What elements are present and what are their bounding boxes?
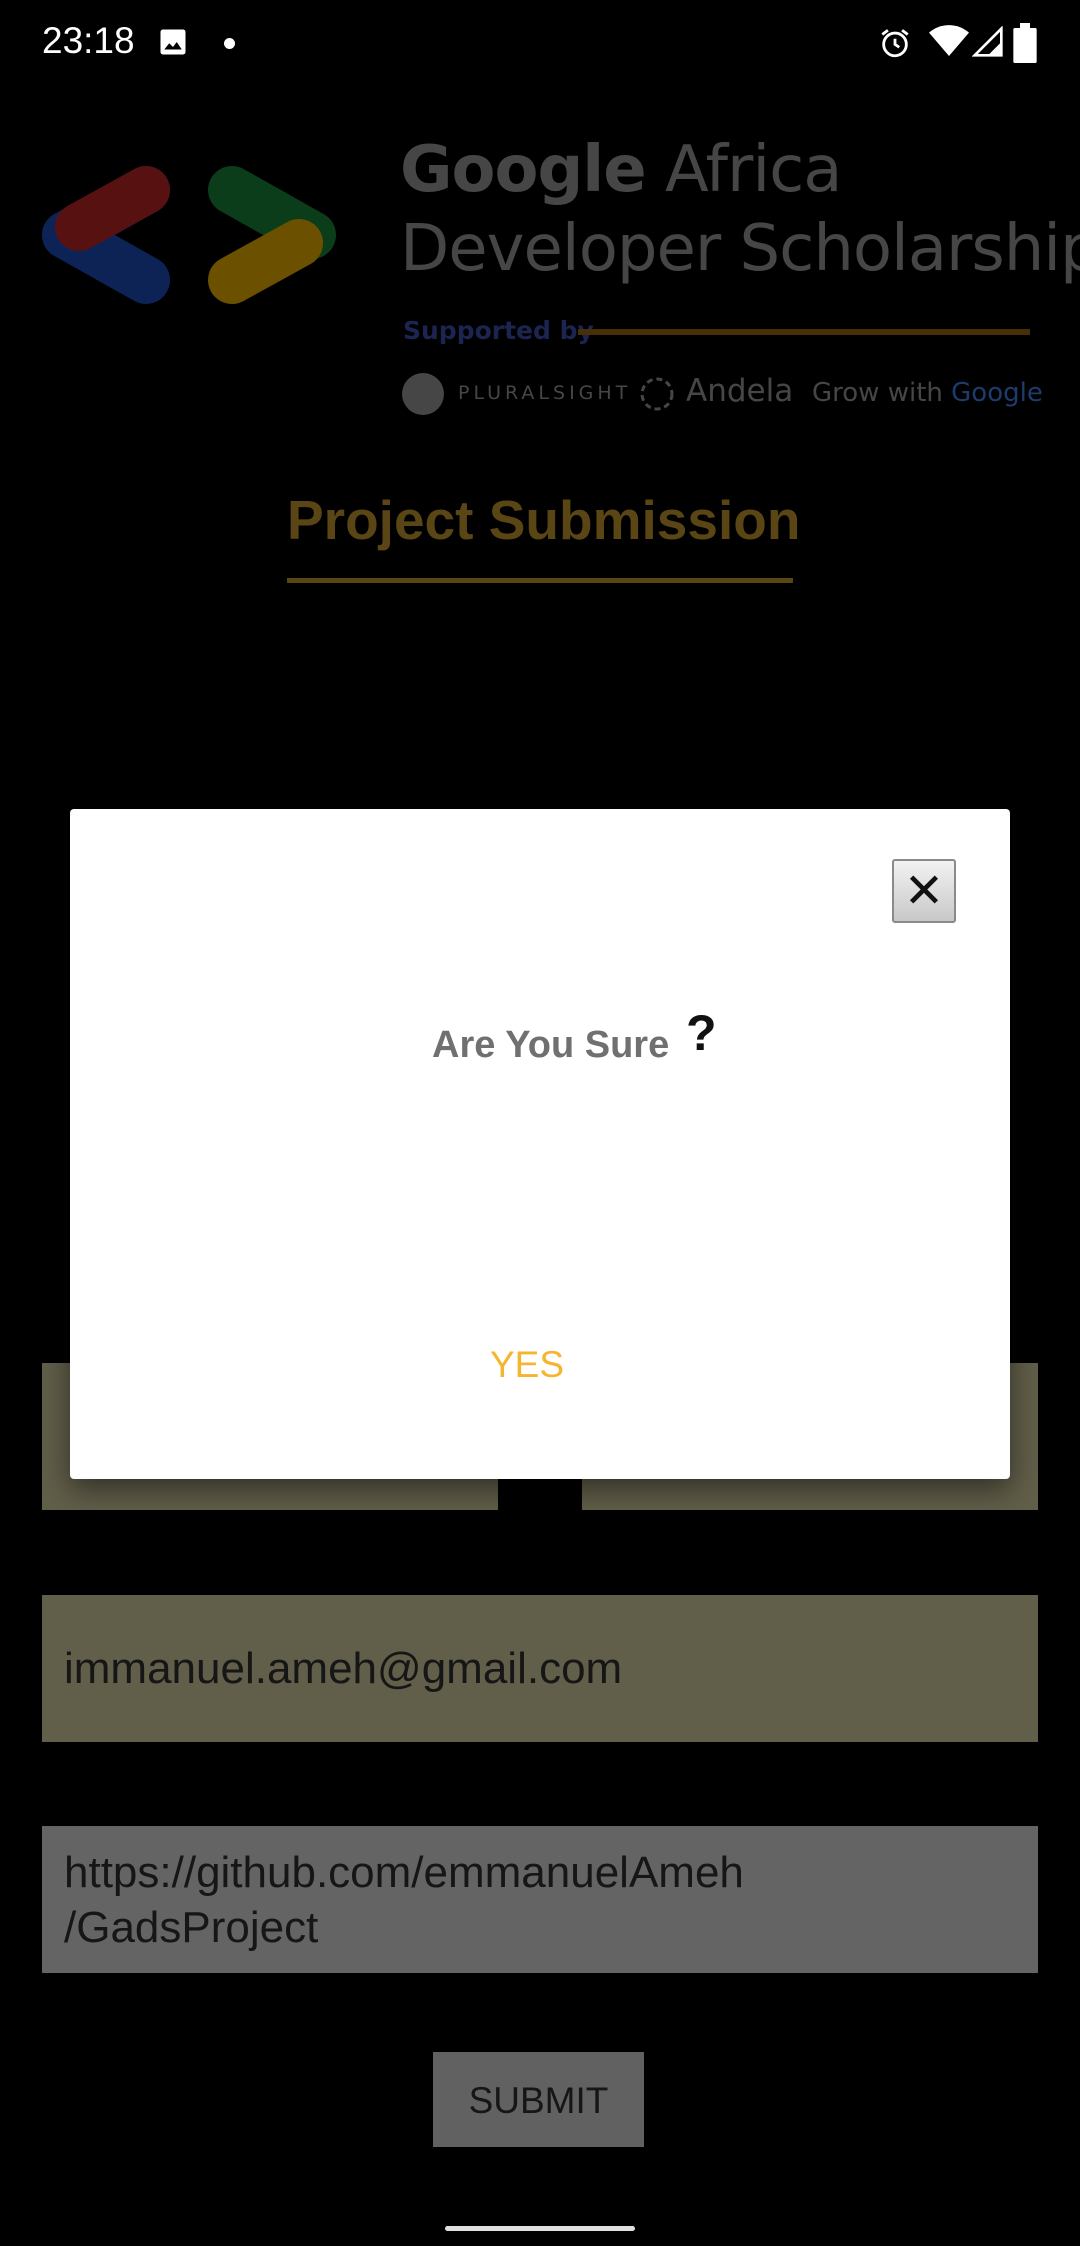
github-link-field[interactable]: https://github.com/emmanuelAmeh /GadsPro…: [42, 1826, 1038, 1973]
battery-icon: [1013, 23, 1037, 63]
home-indicator[interactable]: [445, 2226, 635, 2231]
gallery-icon: [160, 29, 186, 55]
close-icon: ✕: [903, 863, 945, 919]
email-field[interactable]: immanuel.ameh@gmail.com: [42, 1595, 1038, 1742]
status-time: 23:18: [42, 20, 135, 61]
dialog-message: Are You Sure: [432, 1024, 670, 1066]
question-mark-icon: ?: [686, 1005, 717, 1061]
screen: 23:18 Google Africa Developer Scholarshi…: [0, 0, 1080, 2246]
brand-title-line1: Google Africa: [400, 133, 842, 207]
close-button[interactable]: ✕: [892, 859, 956, 923]
sponsor-grow-with-google: Grow with Google: [812, 378, 1043, 408]
pluralsight-icon: [402, 373, 444, 415]
link-value-line1: https://github.com/emmanuelAmeh: [64, 1848, 744, 1897]
link-value-line2: /GadsProject: [64, 1903, 319, 1952]
yes-label: YES: [490, 1344, 565, 1385]
supported-divider: [578, 329, 1030, 335]
sponsor-pluralsight: PLURALSIGHT: [458, 382, 632, 404]
signal-icon: [972, 26, 1003, 57]
submit-button[interactable]: SUBMIT: [433, 2052, 644, 2147]
gads-logo-icon: [42, 166, 336, 304]
status-bar: 23:18: [0, 0, 1080, 90]
supported-by-label: Supported by: [403, 316, 594, 345]
page-title: Project Submission: [287, 489, 801, 551]
brand-title-line2: Developer Scholarship: [400, 212, 1080, 286]
title-underline: [287, 578, 793, 583]
alarm-icon: [881, 29, 909, 58]
email-value: immanuel.ameh@gmail.com: [64, 1644, 623, 1693]
wifi-icon: [929, 25, 969, 56]
confirm-dialog: ✕ Are You Sure ? YES: [70, 809, 1010, 1479]
submit-label: SUBMIT: [468, 2080, 609, 2121]
yes-button[interactable]: YES: [490, 1344, 590, 1404]
notification-dot-icon: [224, 38, 235, 49]
andela-icon: [640, 377, 674, 411]
sponsor-andela: Andela: [686, 373, 794, 409]
